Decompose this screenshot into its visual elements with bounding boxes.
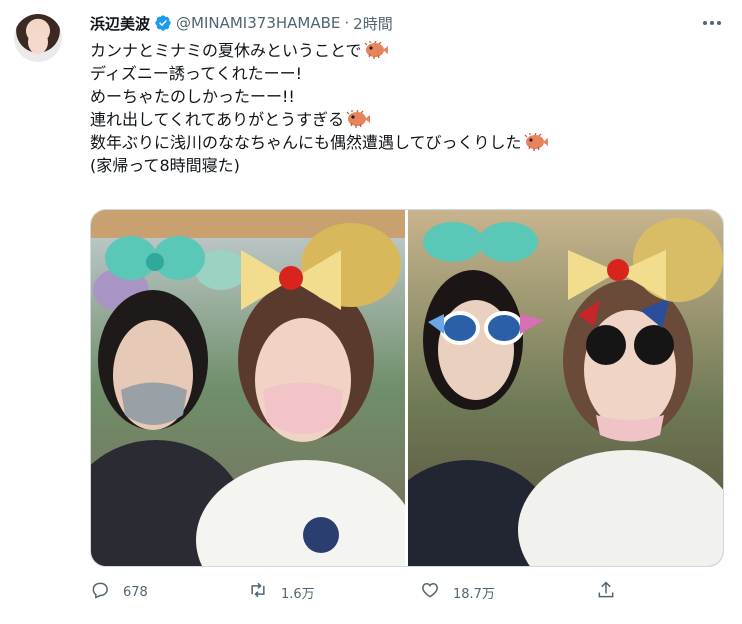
tweet-actions: 678 1.6万 18.7万 <box>90 580 650 604</box>
retweet-button[interactable]: 1.6万 <box>248 580 315 604</box>
tweet-text: カンナとミナミの夏休みということで ディズニー誘ってくれたーー! めーちゃたのし… <box>90 39 726 177</box>
like-button[interactable]: 18.7万 <box>420 580 495 604</box>
retweet-icon <box>248 580 268 604</box>
reply-icon <box>90 580 110 604</box>
retweet-count: 1.6万 <box>281 586 315 602</box>
tweet-timestamp[interactable]: 2時間 <box>353 13 393 34</box>
tweet-content: 浜辺美波 @MINAMI373HAMABE · 2時間 カンナとミナミの夏休みと… <box>90 10 726 177</box>
pufferfish-icon <box>364 40 388 59</box>
tweet-line: 連れ出してくれてありがとうすぎる <box>90 108 726 131</box>
tweet-card[interactable]: 浜辺美波 @MINAMI373HAMABE · 2時間 カンナとミナミの夏休みと… <box>0 0 742 624</box>
pufferfish-icon <box>346 109 371 128</box>
reply-count: 678 <box>123 584 148 600</box>
tweet-line: めーちゃたのしかったーー!! <box>90 87 295 106</box>
photo-right[interactable] <box>408 210 723 566</box>
pufferfish-icon <box>524 132 548 151</box>
share-icon <box>596 580 616 604</box>
reply-button[interactable]: 678 <box>90 580 148 604</box>
like-count: 18.7万 <box>453 586 495 602</box>
share-button[interactable] <box>596 580 616 604</box>
author-name[interactable]: 浜辺美波 <box>90 13 150 34</box>
more-options-icon[interactable] <box>700 13 724 33</box>
tweet-line: (家帰って8時間寝た) <box>90 156 240 175</box>
tweet-line: ディズニー誘ってくれたーー! <box>90 64 303 83</box>
author-handle[interactable]: @MINAMI373HAMABE <box>176 14 340 32</box>
like-icon <box>420 580 440 604</box>
separator-dot: · <box>344 14 350 32</box>
media-grid <box>90 209 724 567</box>
avatar[interactable] <box>14 14 62 62</box>
photo-left[interactable] <box>91 210 406 566</box>
verified-badge-icon <box>154 14 172 32</box>
tweet-line: カンナとミナミの夏休みということで <box>90 39 726 62</box>
tweet-header: 浜辺美波 @MINAMI373HAMABE · 2時間 <box>90 10 726 36</box>
tweet-line: 数年ぶりに浅川のななちゃんにも偶然遭遇してびっくりした <box>90 131 726 154</box>
